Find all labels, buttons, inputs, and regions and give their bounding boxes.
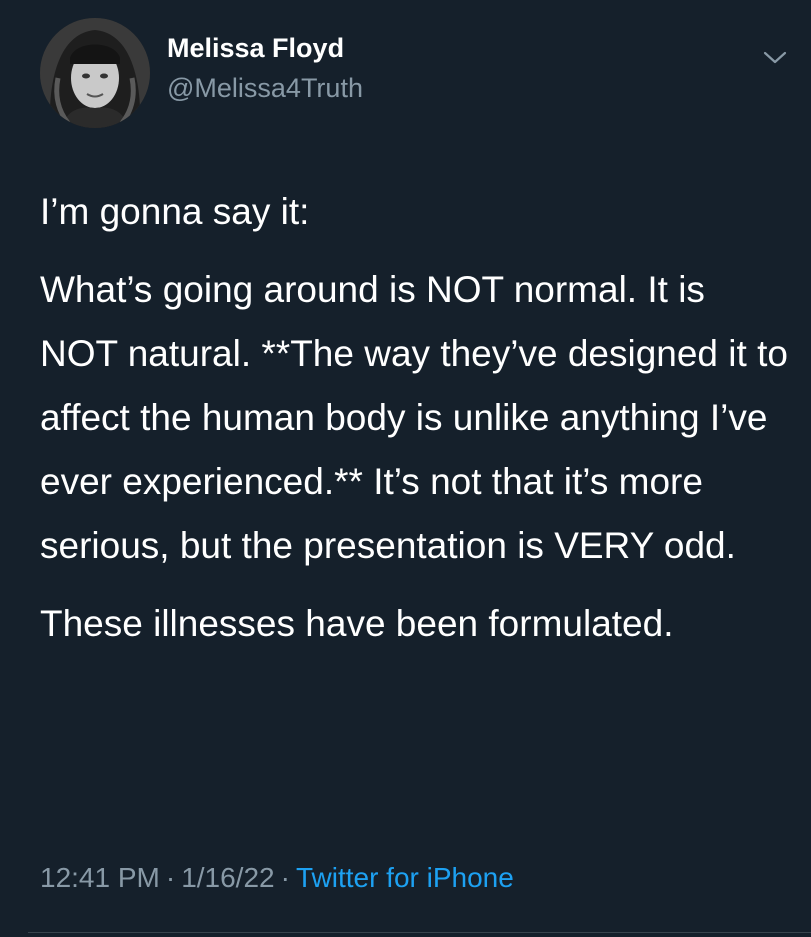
avatar[interactable]	[40, 18, 150, 128]
tweet-text: I’m gonna say it: What’s going around is…	[40, 180, 790, 656]
author-handle[interactable]: @Melissa4Truth	[167, 73, 363, 104]
author-name[interactable]: Melissa Floyd	[167, 33, 344, 64]
tweet-date[interactable]: 1/16/22	[181, 862, 274, 893]
tweet-paragraph: What’s going around is NOT normal. It is…	[40, 269, 788, 566]
avatar-image	[40, 18, 150, 128]
divider	[28, 932, 811, 933]
tweet-paragraph: I’m gonna say it:	[40, 191, 310, 232]
tweet-source-link[interactable]: Twitter for iPhone	[296, 862, 514, 893]
tweet-paragraph: These illnesses have been formulated.	[40, 603, 674, 644]
chevron-down-icon[interactable]	[761, 46, 789, 68]
tweet-time[interactable]: 12:41 PM	[40, 862, 160, 893]
tweet-meta: 12:41 PM · 1/16/22 · Twitter for iPhone	[40, 862, 514, 894]
meta-separator: ·	[280, 862, 290, 893]
tweet-card: Melissa Floyd @Melissa4Truth I’m gonna s…	[0, 0, 811, 937]
meta-separator: ·	[165, 862, 176, 893]
